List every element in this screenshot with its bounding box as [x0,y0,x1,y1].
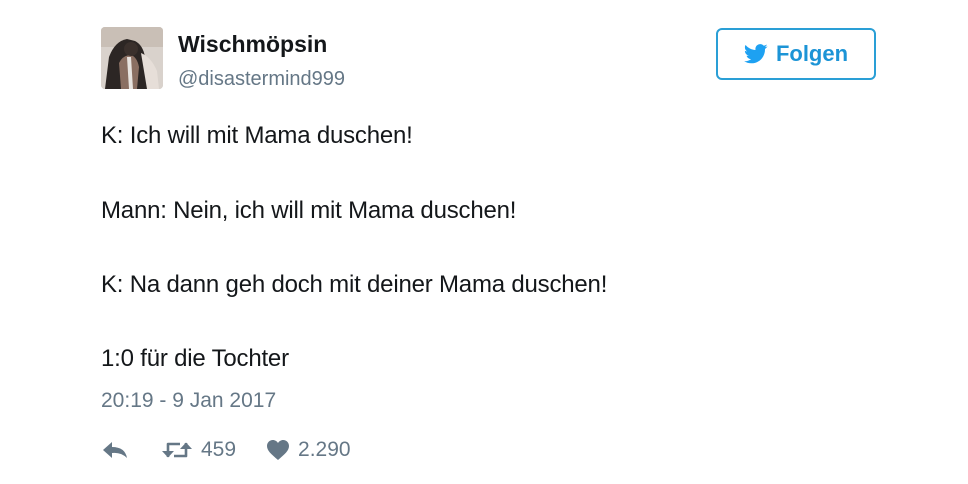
tweet-card: Wischmöpsin @disastermind999 Folgen K: I… [0,0,968,484]
retweet-button[interactable]: 459 [161,438,236,462]
tweet-text-line: Mann: Nein, ich will mit Mama duschen! [101,197,517,224]
follow-button-label: Folgen [775,41,849,66]
author-handle[interactable]: @disastermind999 [178,68,345,91]
tweet-actions: 459 2.290 [101,432,351,468]
reply-icon [101,439,129,461]
author-display-name[interactable]: Wischmöpsin [178,31,327,58]
retweet-count: 459 [201,438,237,461]
avatar[interactable] [101,27,163,89]
twitter-bird-icon [743,44,768,64]
like-count: 2.290 [298,438,351,461]
follow-button[interactable]: Folgen [716,28,876,80]
like-button[interactable]: 2.290 [266,438,351,462]
tweet-timestamp[interactable]: 20:19 - 9 Jan 2017 [101,389,276,413]
tweet-text-line: K: Ich will mit Mama duschen! [101,122,413,149]
reply-button[interactable] [101,439,129,461]
tweet-text-line: K: Na dann geh doch mit deiner Mama dusc… [101,271,608,298]
tweet-text-line: 1:0 für die Tochter [101,345,289,372]
avatar-image [101,27,163,89]
retweet-icon [161,439,193,461]
heart-icon [266,439,290,461]
